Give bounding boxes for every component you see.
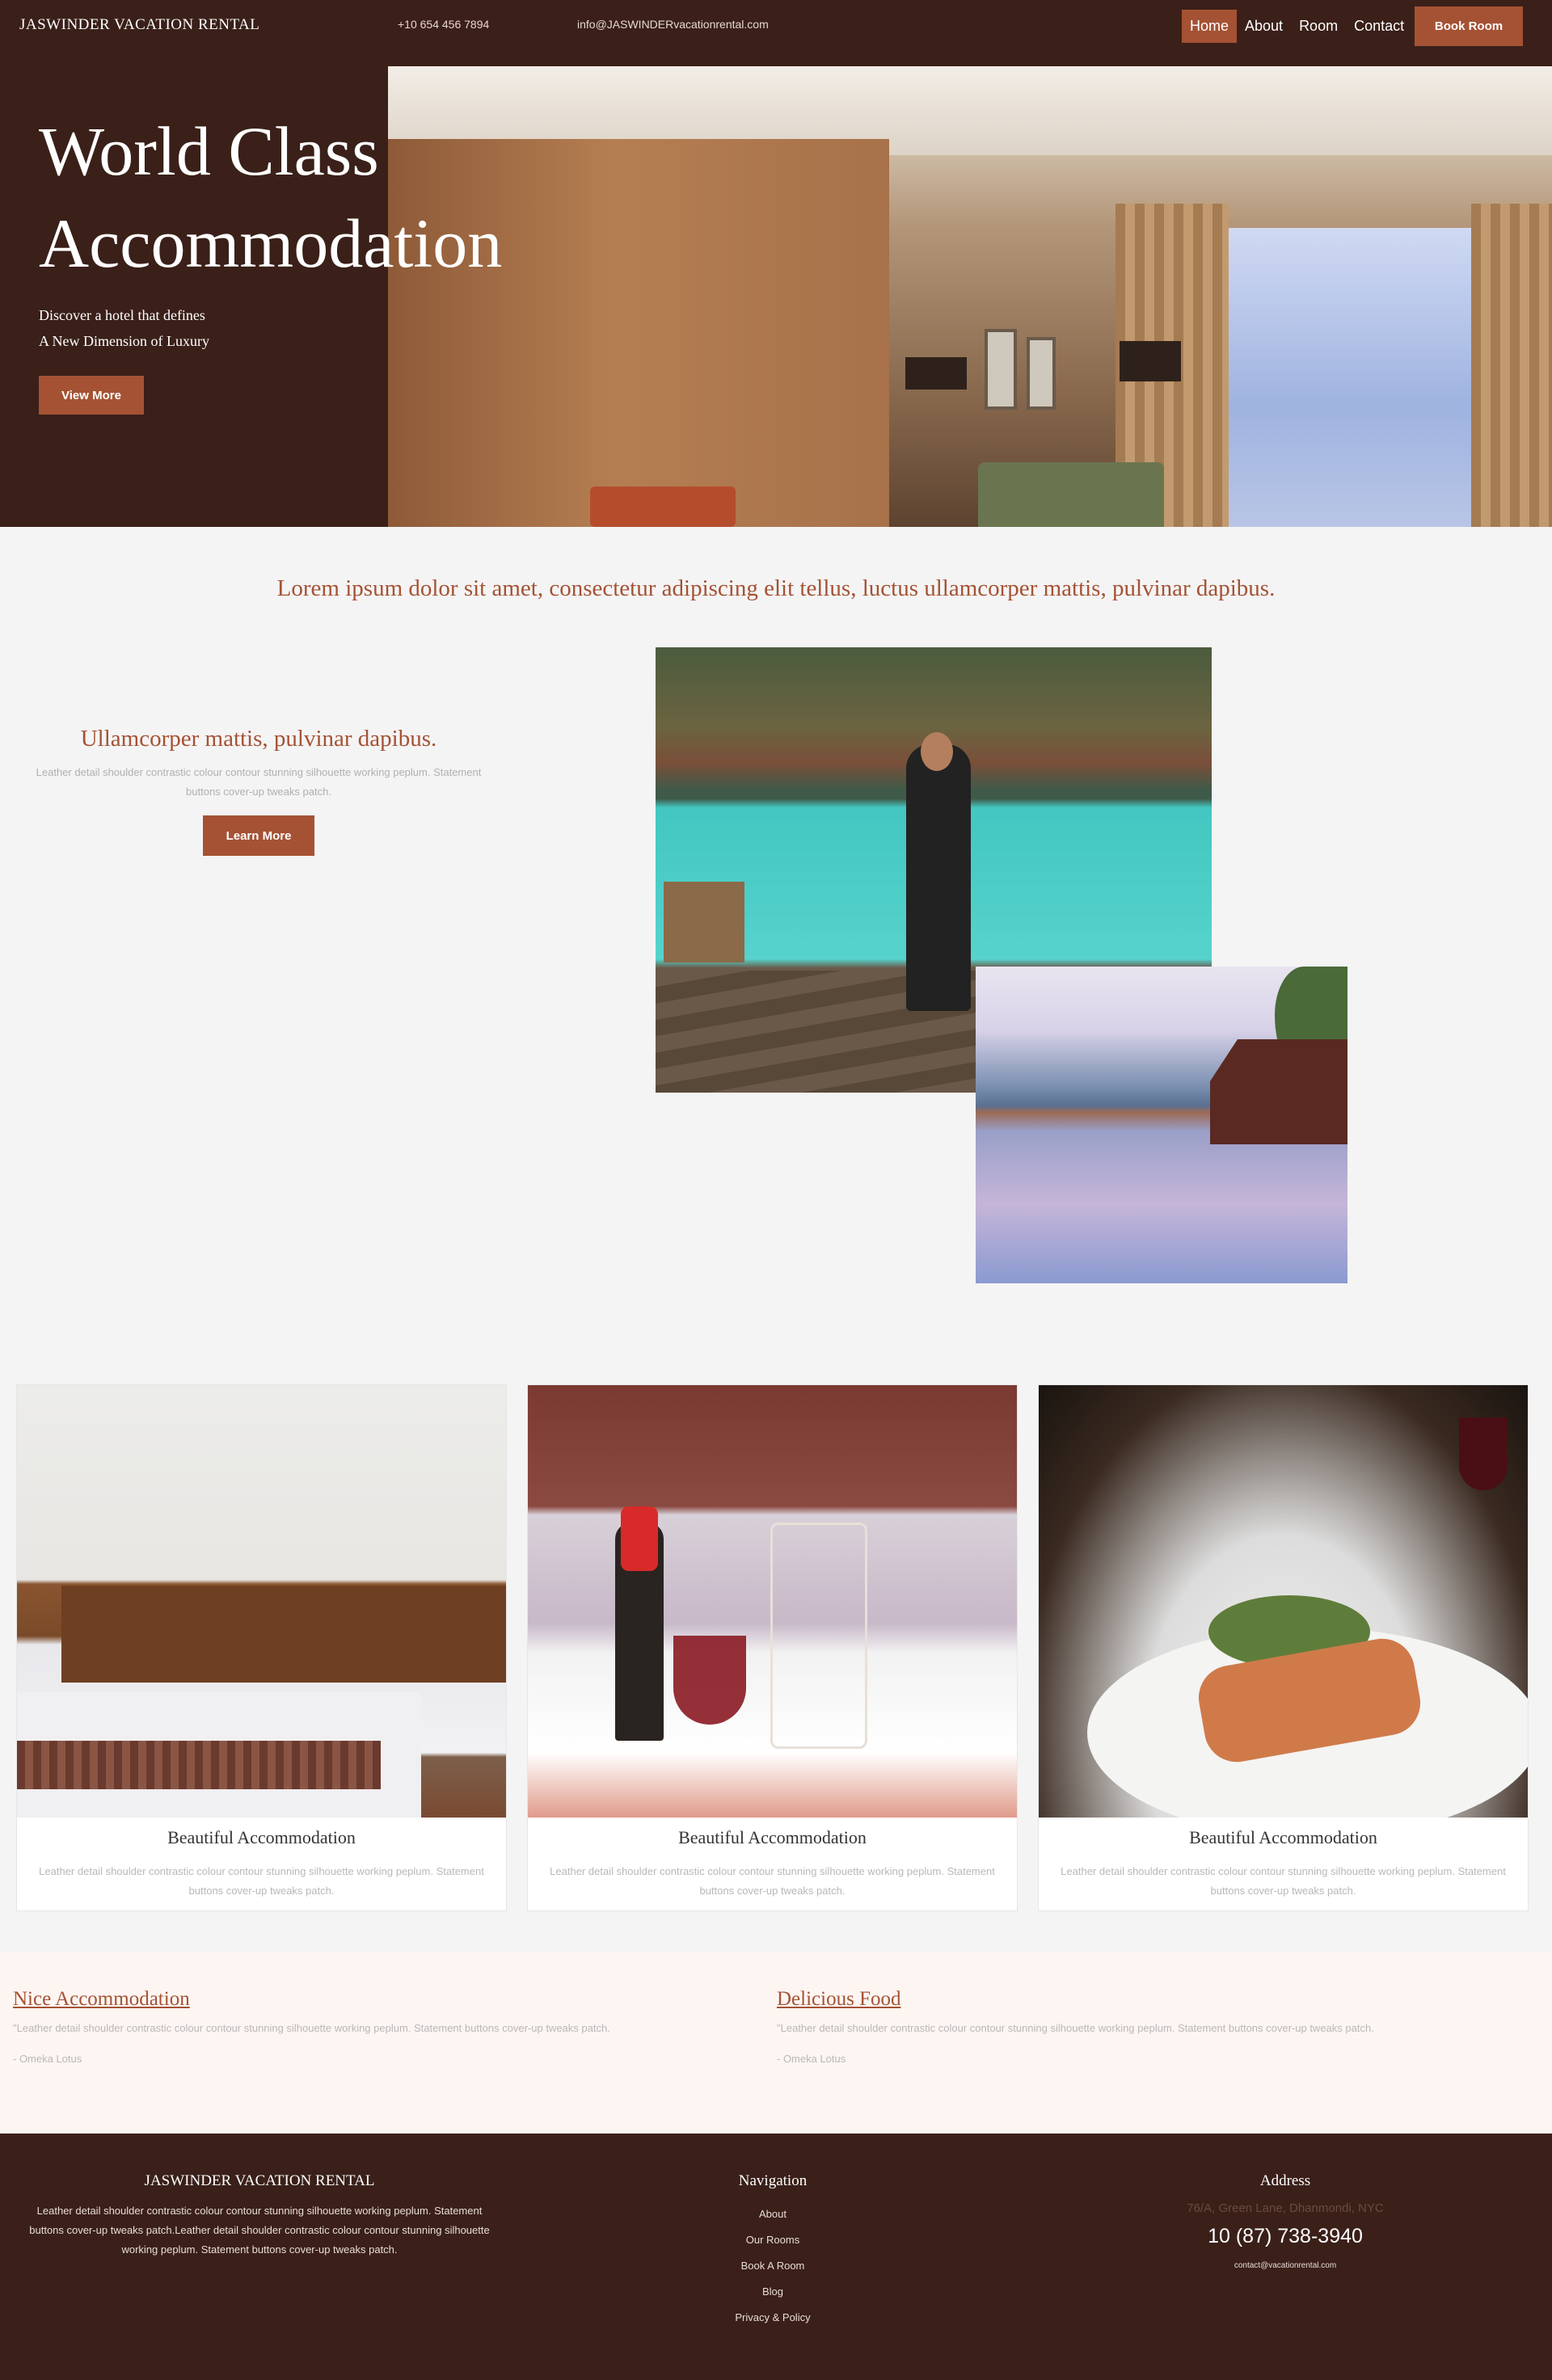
footer-brand: JASWINDER VACATION RENTAL — [144, 2172, 375, 2189]
book-room-button[interactable]: Book Room — [1415, 6, 1523, 46]
hero-pillow — [590, 487, 736, 527]
footer-link-privacy-policy[interactable]: Privacy & Policy — [652, 2305, 894, 2331]
hero-subtitle: Discover a hotel that defines A New Dime… — [39, 302, 209, 354]
pool-person — [906, 744, 971, 1011]
pool-side-table — [664, 882, 744, 963]
wine-glass — [673, 1636, 746, 1725]
hero-sofa — [978, 462, 1164, 527]
card-title: Beautiful Accommodation — [167, 1827, 356, 1847]
nav-contact[interactable]: Contact — [1346, 10, 1412, 43]
hero-hotel-room-image — [388, 66, 1552, 527]
footer-address-text: 76/A, Green Lane, Dhanmondi, NYC — [1187, 2201, 1384, 2215]
footer-link-book-a-room[interactable]: Book A Room — [652, 2253, 894, 2279]
footer-address: Address 76/A, Green Lane, Dhanmondi, NYC… — [1148, 2172, 1423, 2270]
testimonial: Nice Accommodation "Leather detail shoul… — [13, 1988, 757, 2065]
footer-navigation: Navigation About Our Rooms Book A Room B… — [652, 2172, 894, 2331]
wine-glass — [1459, 1417, 1508, 1490]
hero-picture-frame — [985, 329, 1017, 410]
footer-about: JASWINDER VACATION RENTAL Leather detail… — [29, 2172, 490, 2260]
view-more-button[interactable]: View More — [39, 376, 144, 415]
header-email[interactable]: info@JASWINDERvacationrental.com — [577, 18, 769, 31]
footer-email[interactable]: contact@vacationrental.com — [1148, 2261, 1423, 2270]
bed-runner — [17, 1741, 381, 1789]
testimonial-quote: "Leather detail shoulder contrastic colo… — [13, 2022, 610, 2034]
dessert-stand — [770, 1523, 867, 1749]
pool-person-head — [921, 732, 953, 771]
nav-home[interactable]: Home — [1182, 9, 1238, 43]
testimonial-title[interactable]: Nice Accommodation — [13, 1988, 757, 2011]
hero-curtain-right — [1471, 204, 1552, 527]
nav-about[interactable]: About — [1237, 10, 1291, 43]
hero-picture-frame-2 — [1027, 337, 1056, 410]
card-title: Beautiful Accommodation — [1189, 1827, 1377, 1847]
accommodation-card[interactable]: Beautiful Accommodation Leather detail s… — [16, 1384, 507, 1911]
footer-link-our-rooms[interactable]: Our Rooms — [652, 2227, 894, 2253]
salmon-dish-photo — [1039, 1385, 1528, 1818]
hero-sub-line2: A New Dimension of Luxury — [39, 333, 209, 349]
header-phone[interactable]: +10 654 456 7894 — [398, 18, 489, 31]
footer-about-text: Leather detail shoulder contrastic colou… — [29, 2205, 490, 2256]
top-navbar: JASWINDER VACATION RENTAL +10 654 456 78… — [0, 0, 1552, 66]
accommodation-card[interactable]: Beautiful Accommodation Leather detail s… — [527, 1384, 1018, 1911]
site-brand[interactable]: JASWINDER VACATION RENTAL — [19, 16, 259, 34]
footer-nav-title: Navigation — [738, 2172, 808, 2189]
card-title: Beautiful Accommodation — [678, 1827, 867, 1847]
testimonials-section: Nice Accommodation "Leather detail shoul… — [0, 1952, 1552, 2134]
footer-link-about[interactable]: About — [652, 2201, 894, 2227]
feature-title: Ullamcorper mattis, pulvinar dapibus. — [80, 726, 437, 752]
footer-phone[interactable]: 10 (87) 738-3940 — [1148, 2225, 1423, 2248]
hero-sub-line1: Discover a hotel that defines — [39, 307, 205, 323]
intro-headline: Lorem ipsum dolor sit amet, consectetur … — [276, 575, 1276, 601]
hero-title-line1: World Class — [39, 112, 379, 190]
dessert-wine-photo — [528, 1385, 1017, 1818]
card-description: Leather detail shoulder contrastic colou… — [1061, 1865, 1506, 1897]
footer-address-title: Address — [1259, 2172, 1311, 2189]
hero-section: World Class Accommodation Discover a hot… — [0, 66, 1552, 527]
testimonial-title[interactable]: Delicious Food — [777, 1988, 1520, 2011]
main-nav: Home About Room Contact — [1182, 8, 1412, 44]
bed-headboard — [61, 1586, 506, 1683]
hero-title: World Class Accommodation — [39, 105, 502, 289]
hero-window — [1229, 228, 1471, 527]
testimonial: Delicious Food "Leather detail shoulder … — [777, 1988, 1520, 2065]
card-description: Leather detail shoulder contrastic colou… — [39, 1865, 484, 1897]
lake-house-photo — [976, 967, 1347, 1283]
bedroom-photo — [17, 1385, 506, 1818]
hero-lamp-2 — [1120, 341, 1181, 381]
card-description: Leather detail shoulder contrastic colou… — [550, 1865, 995, 1897]
accommodation-card[interactable]: Beautiful Accommodation Leather detail s… — [1038, 1384, 1529, 1911]
testimonial-quote: "Leather detail shoulder contrastic colo… — [777, 2022, 1374, 2034]
learn-more-button[interactable]: Learn More — [203, 815, 314, 856]
testimonial-author: - Omeka Lotus — [777, 2053, 846, 2065]
lake-house — [1210, 1039, 1347, 1144]
wine-bottle-top — [621, 1506, 658, 1571]
testimonial-author: - Omeka Lotus — [13, 2053, 82, 2065]
site-footer: JASWINDER VACATION RENTAL Leather detail… — [0, 2134, 1552, 2380]
footer-link-blog[interactable]: Blog — [652, 2279, 894, 2305]
nav-room[interactable]: Room — [1291, 10, 1346, 43]
hero-lamp — [905, 357, 967, 390]
feature-description: Leather detail shoulder contrastic colou… — [36, 766, 482, 798]
hero-title-line2: Accommodation — [39, 204, 503, 282]
